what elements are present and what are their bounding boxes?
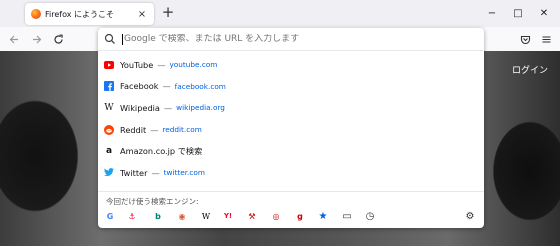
urlbar-popup: YouTube — youtube.com Facebook — faceboo… [98, 28, 484, 228]
rakuten-engine-icon[interactable]: ⚒ [246, 210, 258, 222]
tab-title: Firefox にようこそ [45, 9, 115, 19]
suggestion-title: Wikipedia [120, 102, 160, 113]
wikipedia-icon: W [104, 102, 114, 113]
suggestion-reddit[interactable]: Reddit — reddit.com [98, 119, 484, 141]
suggestion-title: Amazon.co.jp で検索 [120, 146, 203, 157]
reddit-icon [104, 124, 114, 135]
suggestion-title: Reddit [120, 124, 147, 135]
tab-strip: Firefox にようこそ × + − □ ✕ [0, 0, 560, 27]
forward-arrow-icon [32, 35, 41, 43]
separator: — [162, 81, 171, 92]
one-off-search-engines: 今回だけ使う検索エンジン: G ⚓ b ◉ W Y! ⚒ ◎ g ★ ▭ ◷ ⚙ [98, 191, 484, 228]
suggestion-facebook[interactable]: Facebook — facebook.com [98, 76, 484, 98]
back-button[interactable] [6, 31, 22, 47]
suggestion-list: YouTube — youtube.com Facebook — faceboo… [98, 54, 484, 184]
tab-firefox-welcome[interactable]: Firefox にようこそ × [25, 3, 154, 25]
suggestion-url: facebook.com [174, 81, 226, 91]
suggestion-url: twitter.com [163, 168, 205, 178]
firefox-icon [31, 9, 41, 19]
duckduckgo-engine-icon[interactable]: ◉ [176, 210, 188, 222]
yahoo-japan-engine-icon[interactable]: ⚓ [126, 210, 138, 222]
separator: — [150, 124, 159, 135]
search-settings-gear-icon[interactable]: ⚙ [464, 210, 476, 222]
google-engine-icon[interactable]: G [104, 210, 116, 222]
bing-engine-icon[interactable]: b [152, 210, 164, 222]
suggestion-title: Facebook [120, 81, 159, 92]
twitter-icon [104, 168, 114, 178]
pocket-icon [520, 35, 530, 44]
separator: — [151, 167, 160, 178]
reload-icon [53, 34, 63, 44]
history-icon[interactable]: ◷ [364, 210, 376, 222]
suggestion-title: YouTube [120, 59, 154, 70]
text-caret [122, 33, 123, 45]
goo-engine-icon[interactable]: ◎ [270, 210, 282, 222]
amazon-icon: a [105, 146, 113, 157]
suggestion-title: Twitter [120, 167, 148, 178]
yahoo-auctions-engine-icon[interactable]: Y! [222, 210, 234, 222]
pocket-button[interactable] [517, 31, 533, 47]
bookmarks-icon[interactable]: ★ [317, 210, 329, 222]
reload-button[interactable] [50, 31, 66, 47]
facebook-icon [104, 81, 114, 92]
suggestion-url: wikipedia.org [176, 103, 225, 113]
suggestion-wikipedia[interactable]: W Wikipedia — wikipedia.org [98, 97, 484, 119]
menu-button[interactable] [538, 31, 554, 47]
login-link[interactable]: ログイン [512, 63, 548, 76]
goo-dictionary-engine-icon[interactable]: g [294, 210, 306, 222]
tab-close-button[interactable]: × [136, 9, 148, 20]
forward-button[interactable] [28, 31, 44, 47]
maximize-button[interactable]: □ [509, 4, 527, 22]
one-off-label: 今回だけ使う検索エンジン: [106, 197, 199, 206]
back-arrow-icon [9, 35, 18, 43]
tabs-icon[interactable]: ▭ [341, 210, 353, 222]
url-input[interactable] [124, 34, 454, 44]
separator: — [163, 102, 173, 113]
suggestion-amazon-search[interactable]: a Amazon.co.jp で検索 [98, 140, 484, 162]
suggestion-twitter[interactable]: Twitter — twitter.com [98, 162, 484, 184]
hamburger-menu-icon [542, 35, 550, 43]
search-icon [104, 33, 115, 44]
wikipedia-engine-icon[interactable]: W [200, 210, 212, 222]
youtube-icon [104, 60, 114, 70]
engine-buttons: G ⚓ b ◉ W Y! ⚒ ◎ g ★ ▭ ◷ ⚙ [98, 210, 484, 225]
new-tab-button[interactable]: + [160, 5, 176, 21]
suggestion-url: reddit.com [162, 125, 202, 135]
suggestion-url: youtube.com [169, 60, 218, 70]
urlbar-input-row [98, 28, 484, 51]
suggestion-youtube[interactable]: YouTube — youtube.com [98, 54, 484, 76]
separator: — [157, 59, 166, 70]
close-window-button[interactable]: ✕ [535, 4, 553, 22]
minimize-button[interactable]: − [483, 4, 501, 22]
